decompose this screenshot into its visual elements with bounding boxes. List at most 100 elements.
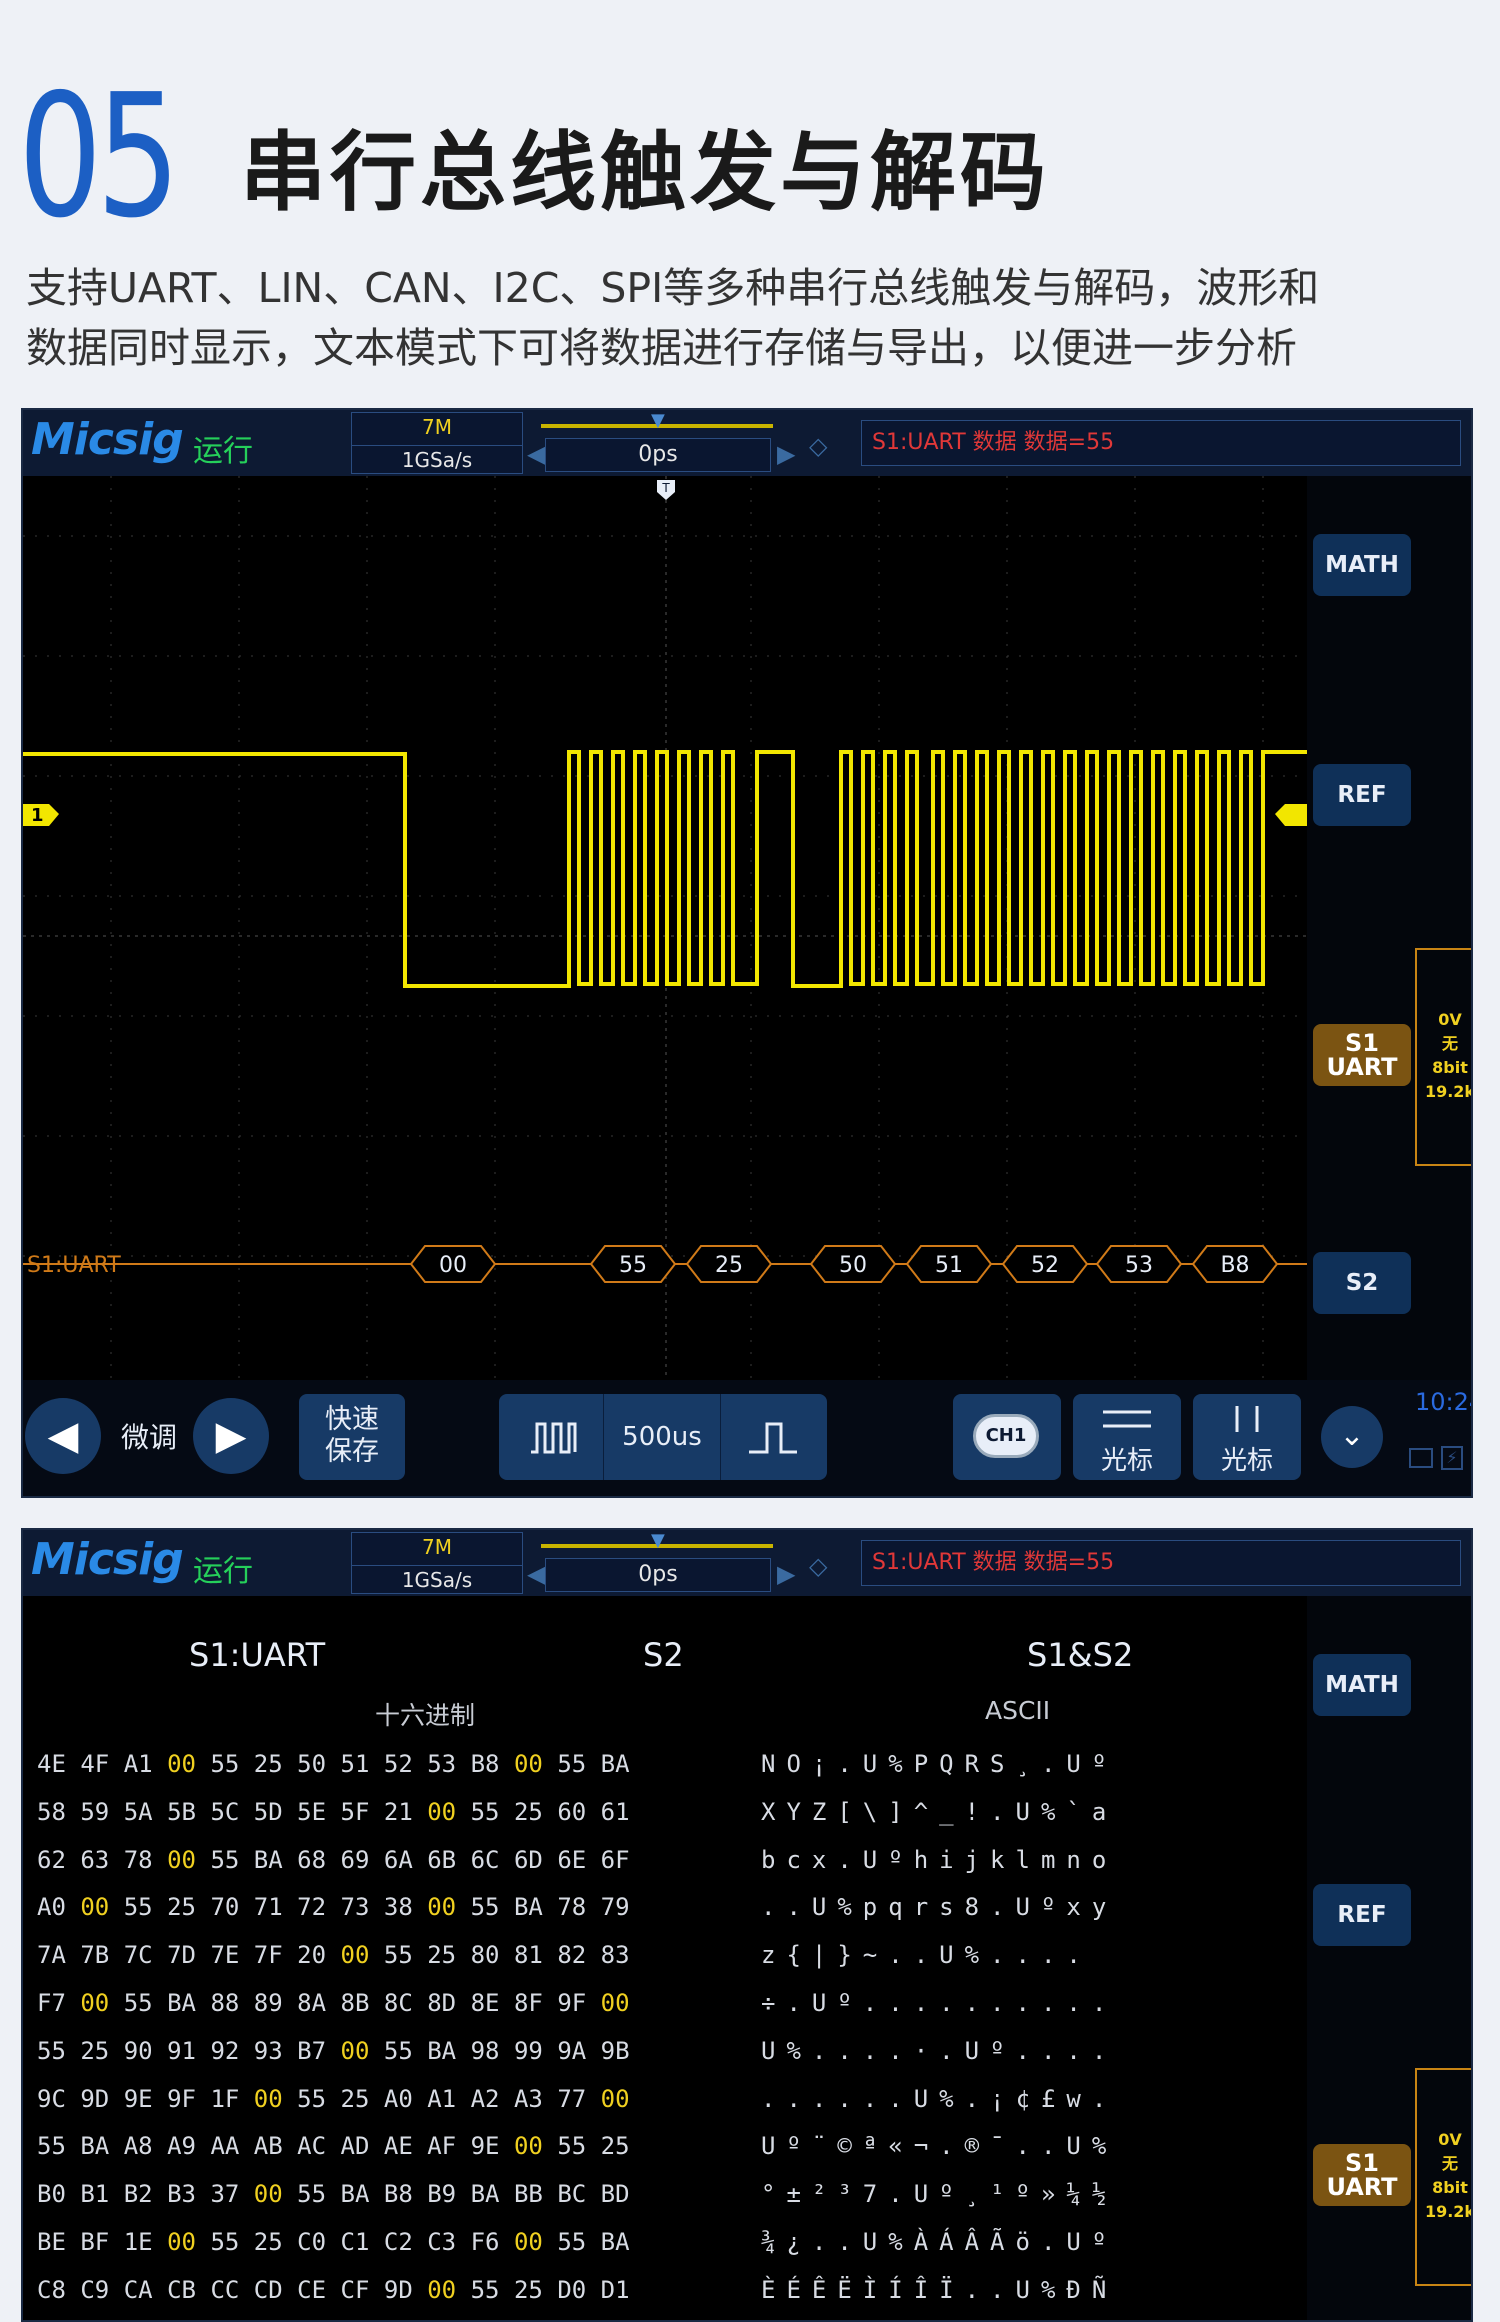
expand-menu-chevron-down-icon[interactable]: ⌄ (1321, 1406, 1383, 1468)
hex-byte: 78 (123, 1845, 153, 1874)
right-arrow-icon[interactable]: ▶ (777, 440, 795, 468)
hex-byte: 68 (297, 1845, 327, 1874)
acquisition-box-2[interactable]: 7M 1GSa/s (351, 1532, 523, 1594)
hex-byte: 00 (167, 1845, 196, 1874)
ch1-button[interactable]: CH1 (953, 1394, 1061, 1480)
hex-byte: 55 (123, 1893, 153, 1922)
run-status-2[interactable]: 运行 (193, 1546, 253, 1590)
uart-level-2: 0V (1438, 2130, 1462, 2149)
s1-uart-button-2[interactable]: S1 UART (1313, 2144, 1411, 2206)
hex-byte: 8E (470, 1989, 500, 2017)
hex-byte: AB (253, 2132, 283, 2161)
uart-packet-value: 53 (1125, 1253, 1153, 1278)
description-line-1: 支持UART、LIN、CAN、I2C、SPI等多种串行总线触发与解码，波形和 (26, 264, 1320, 312)
math-button-2[interactable]: MATH (1313, 1654, 1411, 1716)
hex-byte: 77 (557, 2084, 587, 2113)
cursor-vertical-button[interactable]: 光标 (1193, 1394, 1301, 1480)
ch1-marker-label: 1 (31, 805, 44, 826)
ascii-row: XYZ[\]^_!.U%`a (761, 1797, 1118, 1826)
trigger-info-2[interactable]: S1:UART 数据 数据=55 (861, 1540, 1461, 1586)
hex-byte: BA (600, 1750, 630, 1778)
ascii-row: °±²³7.Uº¸¹º»¼½ (761, 2180, 1118, 2209)
uart-settings-box[interactable]: 0V 无 8bit 19.2k (1415, 948, 1471, 1166)
oscilloscope-decode-table-screen: Micsig 运行 7M 1GSa/s ▼ ◀ 0ps ▶ ◇ S1:UART … (21, 1528, 1473, 2322)
ascii-row: ÈÉÊËÌÍÎÏ..U%ÐÑ (761, 2275, 1118, 2304)
description-line-2: 数据同时显示，文本模式下可将数据进行存储与导出，以便进一步分析 (26, 324, 1297, 372)
waveform-area[interactable]: T 1 S1:UART 00 55 25 50 51 52 53 B8 (23, 476, 1307, 1380)
diamond-icon-2: ◇ (809, 1552, 828, 1580)
uart-settings-box-2[interactable]: 0V 无 8bit 19.2k (1415, 2068, 1471, 2286)
hex-byte: 5C (210, 1797, 240, 1826)
time-offset[interactable]: 0ps (545, 438, 771, 472)
hex-byte: BE (37, 2228, 66, 2256)
timebase-control[interactable]: 500us (499, 1394, 827, 1480)
hex-byte: 55 (383, 2036, 413, 2065)
hex-byte: 25 (80, 2036, 110, 2065)
hex-byte: BA (253, 1845, 283, 1874)
time-offset-2[interactable]: 0ps (545, 1558, 771, 1592)
trigger-position-arrow-icon-2: ▼ (651, 1530, 665, 1551)
hex-byte: 00 (513, 2132, 543, 2161)
hex-byte: 9F (167, 2084, 196, 2113)
timebase-value: 500us (603, 1394, 721, 1480)
hex-row: 55 BA A8 A9 AA AB AC AD AE AF 9E 00 55 2… (37, 2132, 630, 2160)
hex-byte: C3 (427, 2228, 457, 2256)
uart-bits-2: 8bit (1432, 2178, 1468, 2197)
ref-button[interactable]: REF (1313, 764, 1411, 826)
cursor-horizontal-button[interactable]: 光标 (1073, 1394, 1181, 1480)
hex-byte: 25 (340, 2084, 370, 2113)
acquisition-box[interactable]: 7M 1GSa/s (351, 412, 523, 474)
hex-byte: 55 (37, 2036, 66, 2065)
decode-table-area[interactable]: S1:UART S2 S1&S2 十六进制 ASCII 4E 4F A1 00 … (23, 1596, 1307, 2320)
trigger-position-arrow-icon: ▼ (651, 410, 665, 431)
trigger-marker-label: T (661, 481, 670, 495)
fine-tune-right-button[interactable]: ▶ (193, 1398, 269, 1474)
timebase-faster-icon[interactable] (507, 1412, 599, 1462)
hex-byte: 9A (557, 2036, 587, 2065)
hex-byte: BB (513, 2180, 543, 2209)
section-description: 支持UART、LIN、CAN、I2C、SPI等多种串行总线触发与解码，波形和 数… (26, 258, 1486, 378)
trigger-level-marker-icon[interactable] (1275, 804, 1307, 826)
math-button[interactable]: MATH (1313, 534, 1411, 596)
cursor-label-2: 光标 (1220, 1446, 1273, 1476)
fine-tune-left-button[interactable]: ◀ (25, 1398, 101, 1474)
hex-row: BE BF 1E 00 55 25 C0 C1 C2 C3 F6 00 55 B… (37, 2228, 630, 2256)
right-arrow-icon-2[interactable]: ▶ (777, 1560, 795, 1588)
hex-byte: 61 (600, 1797, 630, 1826)
hex-byte: 59 (80, 1797, 110, 1826)
s2-button[interactable]: S2 (1313, 1252, 1411, 1314)
left-arrow-icon-2[interactable]: ◀ (527, 1560, 545, 1588)
hex-row: 62 63 78 00 55 BA 68 69 6A 6B 6C 6D 6E 6… (37, 1846, 630, 1874)
uart-packet-value: 55 (619, 1253, 647, 1278)
hex-byte: 9E (123, 2084, 153, 2113)
ref-button-2[interactable]: REF (1313, 1884, 1411, 1946)
hex-byte: 55 (210, 1845, 240, 1874)
hex-byte: 73 (340, 1893, 370, 1922)
sample-rate-2: 1GSa/s (352, 1565, 522, 1592)
uart-packet-value: 52 (1031, 1253, 1059, 1278)
memory-depth-2: 7M (422, 1535, 452, 1559)
trigger-info[interactable]: S1:UART 数据 数据=55 (861, 420, 1461, 466)
ascii-row: Uº¨©ª«¬.®¯..U% (761, 2132, 1118, 2161)
hex-byte: C8 (37, 2275, 66, 2304)
hex-byte: 8A (297, 1989, 327, 2017)
run-status[interactable]: 运行 (193, 426, 253, 470)
hex-byte: 9C (37, 2084, 66, 2113)
hex-byte: 00 (427, 1797, 457, 1826)
s1-uart-button[interactable]: S1 UART (1313, 1024, 1411, 1086)
sample-rate: 1GSa/s (352, 445, 522, 472)
horizontal-cursor-icon (1103, 1410, 1151, 1428)
hex-byte: C9 (80, 2275, 110, 2304)
hex-byte: 55 (470, 1797, 500, 1826)
hex-byte: 55 (470, 1893, 500, 1922)
hex-byte: 37 (210, 2180, 240, 2209)
quick-save-button[interactable]: 快速 保存 (299, 1394, 405, 1480)
hex-byte: BA (600, 2228, 630, 2256)
hex-byte: 6D (513, 1845, 543, 1874)
hex-byte: 38 (383, 1893, 413, 1922)
timebase-slower-icon[interactable] (727, 1412, 819, 1462)
hex-byte: B1 (80, 2180, 110, 2209)
hex-byte: 20 (297, 1941, 327, 1970)
left-arrow-icon[interactable]: ◀ (527, 440, 545, 468)
oscilloscope-waveform-screen: Micsig 运行 7M 1GSa/s ▼ ◀ 0ps ▶ ◇ S1:UART … (21, 408, 1473, 1498)
